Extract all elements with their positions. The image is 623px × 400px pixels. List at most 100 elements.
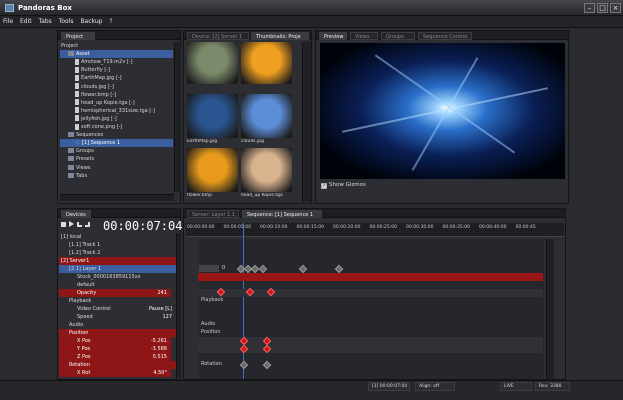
transport-stop-icon[interactable] [61, 222, 66, 227]
project-tabstrip: Project [58, 31, 180, 40]
thumbnail-item[interactable]: head_up Kopie.tga [241, 148, 292, 201]
parameter-value[interactable]: 4.50° [153, 369, 167, 377]
project-tree-item-label: soft cone.png [-] [81, 124, 123, 130]
maximize-button[interactable]: □ [597, 3, 608, 13]
menu-backup[interactable]: Backup [77, 16, 104, 25]
project-hscrollbar[interactable] [60, 194, 174, 201]
project-tree-item[interactable]: Groups [60, 147, 173, 155]
project-tree-item[interactable]: Butterfly [-] [60, 66, 173, 74]
device-tree-row[interactable]: [2.1] Layer 1 [59, 265, 176, 273]
project-tree-item[interactable]: Project [60, 42, 173, 50]
parameter-value[interactable]: -5.261 [151, 337, 167, 345]
device-tree-row-label: [2] Server1 [61, 258, 90, 264]
device-tree-row[interactable]: default [59, 281, 176, 289]
project-tree-item[interactable]: EarthMap.jpg [-] [60, 74, 173, 82]
tab-thumbnails[interactable]: Thumbnails: Proje [251, 32, 309, 40]
device-tree-row[interactable]: [1.2] Track 2 [59, 249, 176, 257]
device-tree-row[interactable]: Audio [59, 321, 176, 329]
position-y-lane[interactable] [198, 345, 543, 353]
minimize-button[interactable]: – [584, 3, 595, 13]
menu-tabs[interactable]: Tabs [36, 16, 54, 25]
menu-file[interactable]: File [0, 16, 15, 25]
project-tree-item[interactable]: jellyfish.jpg [-] [60, 115, 173, 123]
project-tree-item[interactable]: flower.bmp [-] [60, 91, 173, 99]
project-tree-item[interactable]: Presets [60, 155, 173, 163]
project-tree-item[interactable]: Airshow_T19.m2v [-] [60, 58, 173, 66]
tab-project[interactable]: Project [61, 32, 95, 40]
project-tree-item[interactable]: Asset [60, 50, 173, 59]
parameter-value[interactable]: 241 [157, 289, 167, 297]
preview-viewport[interactable] [320, 43, 565, 179]
thumbnail-item[interactable]: EarthMap.jpg [187, 94, 238, 147]
tab-devices[interactable]: Devices [61, 210, 91, 218]
sequence-vscrollbar[interactable] [546, 239, 554, 379]
thumbnail-item[interactable]: clouds.jpg [241, 94, 292, 147]
device-tree-row-label: Y Pos [77, 346, 91, 352]
device-tree-row[interactable]: Opacity 241 [59, 289, 171, 297]
device-tree-row-label: Z Pos [77, 354, 91, 360]
lane-label: Rotation [201, 361, 222, 367]
menu-help[interactable]: ? [106, 16, 114, 25]
project-tree-item[interactable]: Tabs [60, 172, 173, 180]
tab-server-layer-label: Server: Layer 1.1 [192, 212, 236, 218]
project-tree-item[interactable]: hemispherical_331size.tga [-] [60, 107, 173, 115]
device-tree-row[interactable]: Speed 127 [59, 313, 176, 321]
project-tree-item[interactable]: Views [60, 164, 173, 172]
timeline-area[interactable] [199, 239, 544, 379]
device-tree-row[interactable]: [1.1] Track 1 [59, 241, 176, 249]
parameter-value[interactable]: -3.588 [151, 345, 167, 353]
device-tree-row[interactable]: Playback [59, 297, 176, 305]
status-rev: Rev: 3380 [535, 382, 570, 391]
thumbnail-item[interactable] [187, 42, 238, 93]
device-tree-row[interactable]: X Rot 4.50° [59, 369, 171, 377]
tab-sequence[interactable]: Sequence: [1] Sequence 1 [242, 210, 322, 218]
parameter-value[interactable]: 127 [162, 313, 172, 321]
playhead[interactable] [243, 223, 244, 379]
devices-vscrollbar[interactable] [176, 233, 181, 378]
project-tree-item[interactable]: soft cone.png [-] [60, 123, 173, 131]
device-tree-row[interactable]: Z Pos 0.515 [59, 353, 171, 361]
layer-header[interactable] [199, 265, 219, 272]
transport-prev-icon[interactable] [77, 222, 82, 227]
device-tree-row[interactable]: Video Control Pause [L] [59, 305, 176, 313]
menu-tools[interactable]: Tools [56, 16, 76, 25]
device-tree-row[interactable]: [2] Server1 [59, 257, 176, 265]
device-tree-row-label: Speed [77, 314, 93, 320]
tab-views[interactable]: Views [350, 32, 378, 40]
layer-lane[interactable] [198, 273, 543, 281]
tab-groups[interactable]: Groups [381, 32, 415, 40]
transport-play-icon[interactable] [69, 221, 74, 227]
menu-edit[interactable]: Edit [17, 16, 34, 25]
tab-device[interactable]: Device: [2] Server 1 [187, 32, 249, 40]
device-tree-row[interactable]: Position [59, 329, 176, 337]
device-tree-row[interactable]: [1] local [59, 233, 176, 241]
parameter-value[interactable]: 0.515 [153, 353, 167, 361]
show-gizmos-checkbox[interactable]: ✓ [321, 183, 327, 189]
tab-server-layer[interactable]: Server: Layer 1.1 [187, 210, 239, 218]
device-tree-row[interactable]: Y Pos -3.588 [59, 345, 171, 353]
tab-preview[interactable]: Preview [319, 32, 347, 40]
device-tree-row[interactable]: Rotation [59, 361, 176, 369]
file-icon [75, 99, 79, 106]
thumbnail-item[interactable] [241, 42, 292, 93]
project-tree-item[interactable]: [1] Sequence 1 [60, 139, 173, 148]
project-tree-item-label: Asset [76, 51, 90, 58]
project-vscrollbar[interactable] [174, 42, 181, 192]
thumbnail-item[interactable]: flower.bmp [187, 148, 238, 201]
device-tree-row[interactable]: Stock_0000163859115xx [59, 273, 176, 281]
close-button[interactable]: × [610, 3, 621, 13]
project-tree-item-label: EarthMap.jpg [-] [81, 75, 122, 82]
position-x-lane[interactable] [198, 337, 543, 345]
thumbnails-vscrollbar[interactable] [302, 42, 311, 202]
project-tree-item[interactable]: clouds.jpg [-] [60, 83, 173, 91]
device-tree-row[interactable]: X Pos -5.261 [59, 337, 171, 345]
project-tree-item[interactable]: head_up Kopie.tga [-] [60, 99, 173, 107]
transport-next-icon[interactable] [85, 222, 90, 227]
parameter-value[interactable]: Pause [L] [149, 305, 172, 313]
tab-sequence-control[interactable]: Sequence Control [418, 32, 472, 40]
file-icon [75, 74, 79, 81]
project-tree-item[interactable]: Sequences [60, 131, 173, 139]
status-mode: LIVE [500, 382, 532, 391]
device-tree-row-label: [1.1] Track 1 [69, 242, 101, 248]
device-tree-row-label: Opacity [77, 290, 97, 296]
